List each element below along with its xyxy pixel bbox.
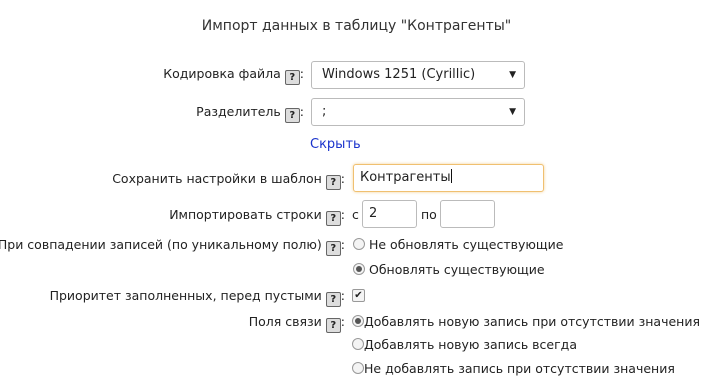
link-fields-option-label: Не добавлять запись при отсутствии значе… xyxy=(364,361,675,376)
rows-from-input[interactable]: 2 xyxy=(362,200,417,228)
separator-value: ; xyxy=(322,104,327,119)
separator-select[interactable]: ; ▼ xyxy=(311,98,525,126)
on-match-option[interactable]: Не обновлять существующие xyxy=(353,237,564,252)
link-fields-option[interactable]: Не добавлять запись при отсутствии значе… xyxy=(352,361,675,376)
on-match-option[interactable]: Обновлять существующие xyxy=(353,262,545,277)
help-icon[interactable]: ? xyxy=(284,108,300,123)
template-name-value: Контрагенты xyxy=(360,170,451,185)
rows-from-label: с xyxy=(352,207,359,222)
radio-button[interactable] xyxy=(352,362,364,374)
link-fields-option-label: Добавлять новую запись всегда xyxy=(364,337,577,352)
help-icon[interactable]: ? xyxy=(325,292,341,307)
import-rows-label: Импортировать строки xyxy=(169,207,322,222)
help-icon[interactable]: ? xyxy=(325,211,341,226)
save-template-label: Сохранить настройки в шаблон xyxy=(112,171,322,186)
encoding-label: Кодировка файла xyxy=(163,66,281,81)
separator-label-row: Разделитель?: xyxy=(196,104,304,123)
template-name-input[interactable]: Контрагенты xyxy=(353,164,544,192)
encoding-select[interactable]: Windows 1251 (Cyrillic) ▼ xyxy=(311,61,525,89)
import-rows-label-row: Импортировать строки?: xyxy=(169,207,345,226)
priority-label: Приоритет заполненных, перед пустыми xyxy=(49,288,322,303)
link-fields-option[interactable]: Добавлять новую запись всегда xyxy=(352,337,577,352)
help-icon[interactable]: ? xyxy=(325,241,341,256)
link-fields-label-row: Поля связи?: xyxy=(248,314,345,333)
text-cursor xyxy=(450,169,452,183)
hide-settings-link[interactable]: Скрыть xyxy=(310,137,361,152)
on-match-option-label: Не обновлять существующие xyxy=(368,237,564,252)
radio-button-selected[interactable] xyxy=(352,315,364,327)
help-icon[interactable]: ? xyxy=(284,70,300,85)
page-title: Импорт данных в таблицу "Контрагенты" xyxy=(201,18,512,34)
help-icon[interactable]: ? xyxy=(325,318,341,333)
radio-button-selected[interactable] xyxy=(353,263,365,275)
encoding-label-row: Кодировка файла?: xyxy=(163,66,304,85)
separator-label: Разделитель xyxy=(196,104,281,119)
link-fields-label: Поля связи xyxy=(248,314,322,329)
help-icon[interactable]: ? xyxy=(325,175,341,190)
rows-to-label: по xyxy=(421,207,437,222)
link-fields-option[interactable]: Добавлять новую запись при отсутствии зн… xyxy=(352,314,700,329)
chevron-down-icon: ▼ xyxy=(509,107,516,117)
encoding-value: Windows 1251 (Cyrillic) xyxy=(322,67,476,82)
on-match-label-row: При совпадении записей (по уникальному п… xyxy=(0,237,345,256)
link-fields-option-label: Добавлять новую запись при отсутствии зн… xyxy=(364,314,700,329)
rows-to-input[interactable] xyxy=(440,200,495,228)
radio-button[interactable] xyxy=(352,338,364,350)
priority-checkbox[interactable]: ✔ xyxy=(352,289,365,302)
chevron-down-icon: ▼ xyxy=(509,70,516,80)
on-match-label: При совпадении записей (по уникальному п… xyxy=(0,237,322,252)
save-template-label-row: Сохранить настройки в шаблон?: xyxy=(112,171,345,190)
priority-label-row: Приоритет заполненных, перед пустыми?: xyxy=(49,288,345,307)
on-match-option-label: Обновлять существующие xyxy=(368,262,545,277)
radio-button[interactable] xyxy=(353,238,365,250)
